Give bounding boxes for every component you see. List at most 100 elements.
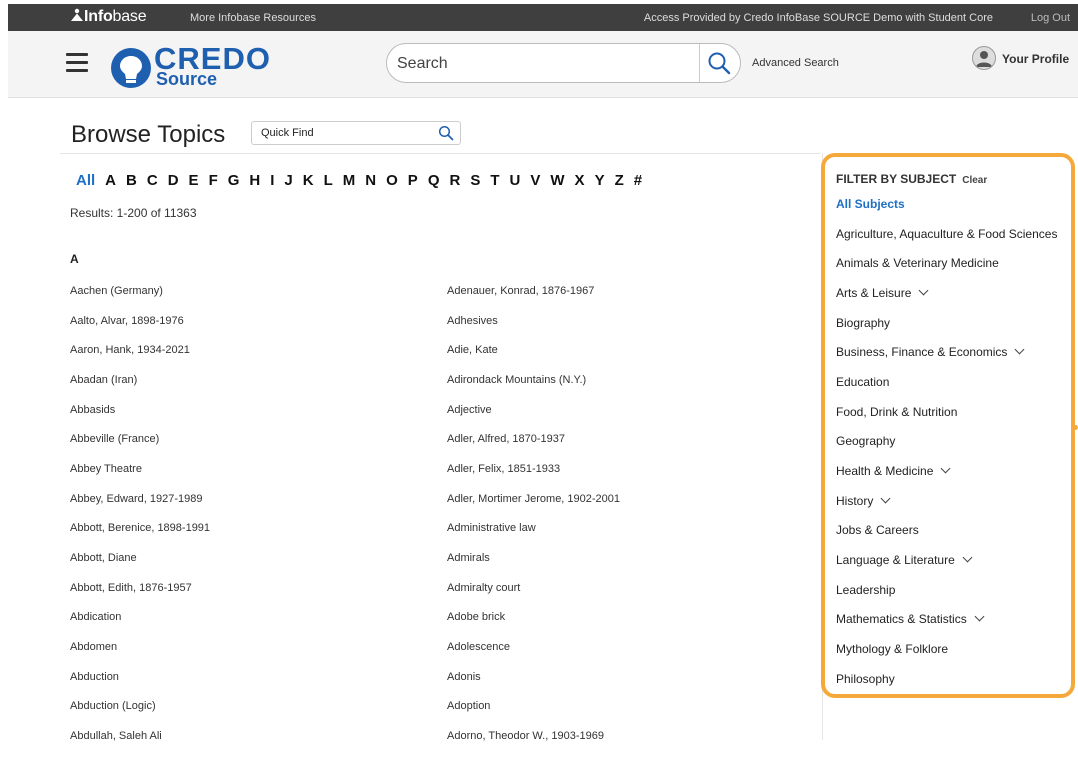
- search-input[interactable]: Search: [397, 55, 448, 73]
- clear-filter-link[interactable]: Clear: [962, 175, 987, 186]
- topic-link[interactable]: Aaron, Hank, 1934-2021: [70, 343, 210, 373]
- subject-filter-label: Leadership: [836, 582, 896, 597]
- letter-m[interactable]: M: [343, 172, 356, 189]
- topic-link[interactable]: Abbey, Edward, 1927-1989: [70, 492, 210, 522]
- topic-link[interactable]: Abbeville (France): [70, 432, 210, 462]
- subject-filter-item[interactable]: Animals & Veterinary Medicine: [836, 256, 1057, 286]
- topic-link[interactable]: Adhesives: [447, 314, 620, 344]
- subject-filter-item[interactable]: Business, Finance & Economics: [836, 344, 1057, 375]
- letter-j[interactable]: J: [284, 172, 292, 189]
- topic-link[interactable]: Adler, Felix, 1851-1933: [447, 462, 620, 492]
- topic-link[interactable]: Abdomen: [70, 640, 210, 670]
- topic-link[interactable]: Aalto, Alvar, 1898-1976: [70, 314, 210, 344]
- letter-r[interactable]: R: [449, 172, 460, 189]
- quick-find-search-icon[interactable]: [438, 125, 454, 141]
- letter-u[interactable]: U: [510, 172, 521, 189]
- subject-filter-item[interactable]: Jobs & Careers: [836, 523, 1057, 553]
- letter-b[interactable]: B: [126, 172, 137, 189]
- letter-h[interactable]: H: [249, 172, 260, 189]
- letter-x[interactable]: X: [575, 172, 585, 189]
- topic-link[interactable]: Adenauer, Konrad, 1876-1967: [447, 284, 620, 314]
- quick-find-input[interactable]: Quick Find: [251, 121, 461, 145]
- topic-link[interactable]: Abbott, Edith, 1876-1957: [70, 581, 210, 611]
- scroll-indicator[interactable]: [1073, 425, 1078, 430]
- subject-filter-item[interactable]: Biography: [836, 316, 1057, 346]
- topic-link[interactable]: Abduction (Logic): [70, 699, 210, 729]
- topic-link[interactable]: Adobe brick: [447, 610, 620, 640]
- logout-link[interactable]: Log Out: [1031, 12, 1070, 24]
- letter-o[interactable]: O: [386, 172, 398, 189]
- letter-t[interactable]: T: [490, 172, 499, 189]
- letter-l[interactable]: L: [324, 172, 333, 189]
- letter-g[interactable]: G: [228, 172, 240, 189]
- subject-filter-item[interactable]: Language & Literature: [836, 552, 1057, 583]
- letter-p[interactable]: P: [408, 172, 418, 189]
- menu-icon[interactable]: [66, 53, 88, 73]
- topic-link[interactable]: Abbasids: [70, 403, 210, 433]
- letter-c[interactable]: C: [147, 172, 158, 189]
- credo-logo-icon[interactable]: [110, 47, 152, 89]
- subject-filter-item[interactable]: Geography: [836, 434, 1057, 464]
- letter-k[interactable]: K: [303, 172, 314, 189]
- topic-link[interactable]: Abdication: [70, 610, 210, 640]
- topic-link[interactable]: Adolescence: [447, 640, 620, 670]
- letter-hash[interactable]: #: [634, 172, 642, 189]
- topic-link[interactable]: Abduction: [70, 670, 210, 700]
- topic-link[interactable]: Abbott, Diane: [70, 551, 210, 581]
- subject-filter-item[interactable]: Health & Medicine: [836, 463, 1057, 494]
- letter-v[interactable]: V: [530, 172, 540, 189]
- letter-d[interactable]: D: [168, 172, 179, 189]
- letter-f[interactable]: F: [209, 172, 218, 189]
- subject-filter-item[interactable]: Education: [836, 375, 1057, 405]
- search-icon[interactable]: [707, 51, 731, 75]
- subject-filter-item[interactable]: Agriculture, Aquaculture & Food Sciences: [836, 227, 1057, 257]
- chevron-down-icon[interactable]: [880, 493, 891, 504]
- avatar-icon[interactable]: [972, 46, 996, 70]
- topic-link[interactable]: Adler, Mortimer Jerome, 1902-2001: [447, 492, 620, 522]
- brand-sub[interactable]: Source: [156, 70, 217, 88]
- topic-link[interactable]: Adirondack Mountains (N.Y.): [447, 373, 620, 403]
- subject-filter-item[interactable]: History: [836, 493, 1057, 524]
- subject-filter-item[interactable]: Mythology & Folklore: [836, 642, 1057, 672]
- topic-link[interactable]: Admiralty court: [447, 581, 620, 611]
- topic-link[interactable]: Abadan (Iran): [70, 373, 210, 403]
- topic-link[interactable]: Abdullah, Saleh Ali: [70, 729, 210, 759]
- subject-filter-item[interactable]: Mathematics & Statistics: [836, 611, 1057, 642]
- topic-link[interactable]: Aachen (Germany): [70, 284, 210, 314]
- letter-z[interactable]: Z: [615, 172, 624, 189]
- letter-a[interactable]: A: [105, 172, 116, 189]
- subject-filter-item[interactable]: Leadership: [836, 583, 1057, 613]
- topic-link[interactable]: Adjective: [447, 403, 620, 433]
- chevron-down-icon[interactable]: [962, 552, 973, 563]
- chevron-down-icon[interactable]: [940, 463, 951, 474]
- letter-all[interactable]: All: [76, 172, 95, 189]
- letter-y[interactable]: Y: [595, 172, 605, 189]
- subject-filter-item[interactable]: Philosophy: [836, 672, 1057, 702]
- more-resources-link[interactable]: More Infobase Resources: [190, 12, 316, 24]
- infobase-logo[interactable]: Infobase: [70, 8, 147, 26]
- letter-q[interactable]: Q: [428, 172, 440, 189]
- topic-link[interactable]: Abbott, Berenice, 1898-1991: [70, 521, 210, 551]
- chevron-down-icon[interactable]: [1014, 344, 1025, 355]
- topic-link[interactable]: Adie, Kate: [447, 343, 620, 373]
- letter-i[interactable]: I: [270, 172, 274, 189]
- subject-filter-item[interactable]: All Subjects: [836, 197, 1057, 227]
- letter-e[interactable]: E: [189, 172, 199, 189]
- chevron-down-icon[interactable]: [918, 285, 929, 296]
- topic-link[interactable]: Adonis: [447, 670, 620, 700]
- topic-link[interactable]: Adorno, Theodor W., 1903-1969: [447, 729, 620, 759]
- chevron-down-icon[interactable]: [974, 611, 985, 622]
- subject-filter-item[interactable]: Food, Drink & Nutrition: [836, 405, 1057, 435]
- topic-link[interactable]: Administrative law: [447, 521, 620, 551]
- topic-link[interactable]: Abbey Theatre: [70, 462, 210, 492]
- search-box[interactable]: Search: [386, 43, 741, 83]
- topic-link[interactable]: Adoption: [447, 699, 620, 729]
- profile-label[interactable]: Your Profile: [1002, 52, 1069, 66]
- advanced-search-link[interactable]: Advanced Search: [752, 57, 839, 69]
- topic-link[interactable]: Admirals: [447, 551, 620, 581]
- letter-n[interactable]: N: [365, 172, 376, 189]
- topic-link[interactable]: Adler, Alfred, 1870-1937: [447, 432, 620, 462]
- letter-w[interactable]: W: [550, 172, 564, 189]
- subject-filter-item[interactable]: Arts & Leisure: [836, 285, 1057, 316]
- letter-s[interactable]: S: [470, 172, 480, 189]
